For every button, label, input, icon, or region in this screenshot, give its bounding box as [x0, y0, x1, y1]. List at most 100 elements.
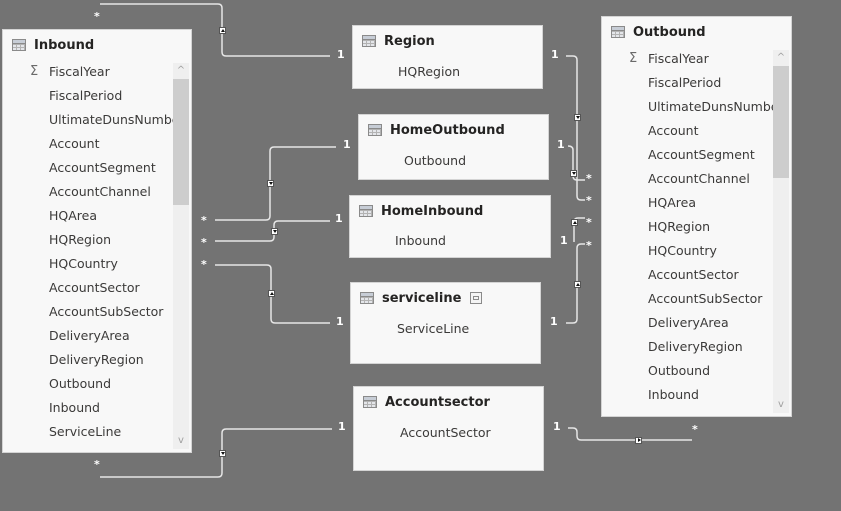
table-title: Inbound [34, 37, 95, 53]
field-name: DeliveryArea [49, 328, 130, 343]
field-item[interactable]: Inbound [3, 396, 173, 420]
field-item[interactable]: ServiceLine [3, 420, 173, 444]
field-name: FiscalYear [49, 64, 110, 79]
field-item[interactable]: Account [3, 132, 173, 156]
scroll-up-icon[interactable]: ^ [173, 63, 189, 79]
field-item[interactable]: DeliveryRegion [3, 348, 173, 372]
field-name: Outbound [648, 363, 711, 378]
cardinality-many: * [586, 172, 592, 185]
field-name: HQArea [648, 195, 697, 210]
field-item[interactable]: HQRegion [398, 64, 460, 79]
field-item[interactable]: AccountSubSector [602, 287, 773, 311]
table-card-serviceline[interactable]: serviceline ServiceLine [350, 282, 541, 364]
table-icon [12, 39, 26, 51]
field-item[interactable]: Inbound [395, 233, 446, 248]
filter-direction-marker[interactable] [635, 437, 642, 444]
cardinality-many: * [201, 236, 207, 249]
field-item[interactable]: FiscalPeriod [3, 84, 173, 108]
cardinality-one: 1 [553, 420, 561, 433]
field-item[interactable]: Account [602, 119, 773, 143]
field-item[interactable]: Outbound [3, 372, 173, 396]
scroll-thumb[interactable] [773, 66, 789, 178]
table-header[interactable]: Inbound [3, 30, 191, 60]
filter-direction-marker[interactable] [574, 281, 581, 288]
cardinality-many: * [692, 423, 698, 436]
filter-direction-marker[interactable] [268, 290, 275, 297]
field-item[interactable]: Outbound [602, 359, 773, 383]
field-name: AccountSector [49, 280, 140, 295]
filter-direction-marker[interactable] [219, 27, 226, 34]
field-item[interactable]: AccountChannel [3, 180, 173, 204]
table-header[interactable]: Accountsector [354, 387, 543, 417]
field-item[interactable]: AccountSegment [3, 156, 173, 180]
field-item[interactable]: FiscalPeriod [602, 71, 773, 95]
table-card-accountsector[interactable]: Accountsector AccountSector [353, 386, 544, 471]
table-icon [368, 124, 382, 136]
field-item[interactable]: AccountSector [400, 425, 491, 440]
model-diagram-canvas[interactable]: * 1 1 1 1 1 * * * * 1 1 1 1 1 * * * * * … [0, 0, 841, 511]
table-card-region[interactable]: Region HQRegion [352, 25, 543, 89]
field-item[interactable]: AccountSector [602, 263, 773, 287]
scrollbar[interactable]: ^ v [773, 50, 789, 413]
field-item[interactable]: HQCountry [3, 252, 173, 276]
field-name: Inbound [648, 387, 699, 402]
table-header[interactable]: HomeOutbound [359, 115, 548, 145]
table-header[interactable]: serviceline [351, 283, 540, 313]
cardinality-many: * [201, 258, 207, 271]
field-item[interactable]: HQRegion [602, 215, 773, 239]
field-name: DeliveryArea [648, 315, 729, 330]
field-name: AccountSector [648, 267, 739, 282]
field-item[interactable]: AccountSubSector [3, 300, 173, 324]
field-item[interactable]: HQArea [3, 204, 173, 228]
field-name: AccountChannel [49, 184, 151, 199]
field-item[interactable]: Σ FiscalYear [3, 60, 173, 84]
field-name: FiscalPeriod [49, 88, 123, 103]
field-item[interactable]: DeliveryArea [3, 324, 173, 348]
table-card-homeoutbound[interactable]: HomeOutbound Outbound [358, 114, 549, 180]
field-item[interactable]: AccountSegment [602, 143, 773, 167]
field-name: AccountSubSector [49, 304, 164, 319]
scroll-thumb[interactable] [173, 79, 189, 205]
field-item[interactable]: DeliveryArea [602, 311, 773, 335]
field-item[interactable]: AccountSector [3, 276, 173, 300]
table-card-homeinbound[interactable]: HomeInbound Inbound [349, 195, 551, 258]
field-name: AccountChannel [648, 171, 750, 186]
filter-direction-marker[interactable] [570, 170, 577, 177]
table-icon [359, 205, 373, 217]
field-item[interactable]: HQRegion [3, 228, 173, 252]
filter-direction-marker[interactable] [574, 114, 581, 121]
field-name: Account [49, 136, 100, 151]
scroll-down-icon[interactable]: v [173, 433, 189, 449]
field-item[interactable]: HQCountry [602, 239, 773, 263]
scroll-up-icon[interactable]: ^ [773, 50, 789, 66]
filter-direction-marker[interactable] [219, 450, 226, 457]
field-name: HQRegion [648, 219, 711, 234]
field-item[interactable]: UltimateDunsNumbe [602, 95, 773, 119]
filter-direction-marker[interactable] [271, 228, 278, 235]
table-header[interactable]: Region [353, 26, 542, 56]
cardinality-one: 1 [337, 48, 345, 61]
field-item[interactable]: Inbound [602, 383, 773, 407]
field-item[interactable]: AccountChannel [602, 167, 773, 191]
field-item[interactable]: Outbound [404, 153, 466, 168]
filter-direction-marker[interactable] [267, 180, 274, 187]
field-item[interactable]: DeliveryRegion [602, 335, 773, 359]
rel-inbound-homeoutbound [215, 146, 336, 221]
cardinality-many: * [586, 216, 592, 229]
filter-direction-marker[interactable] [571, 219, 578, 226]
scrollbar[interactable]: ^ v [173, 63, 189, 449]
cardinality-one: 1 [560, 234, 568, 247]
table-header[interactable]: Outbound [602, 17, 791, 47]
table-card-inbound[interactable]: Inbound Σ FiscalYear FiscalPeriod UltimateD… [2, 29, 192, 453]
field-name: FiscalPeriod [648, 75, 722, 90]
table-header[interactable]: HomeInbound [350, 196, 550, 226]
field-item[interactable]: Σ FiscalYear [602, 47, 773, 71]
scroll-down-icon[interactable]: v [773, 397, 789, 413]
field-item[interactable]: ServiceLine [397, 321, 469, 336]
cardinality-one: 1 [338, 420, 346, 433]
field-item[interactable]: HQArea [602, 191, 773, 215]
cardinality-many: * [586, 239, 592, 252]
table-card-outbound[interactable]: Outbound Σ FiscalYear FiscalPeriod Ultimate… [601, 16, 792, 417]
field-name: AccountSegment [648, 147, 755, 162]
field-item[interactable]: UltimateDunsNumbe [3, 108, 173, 132]
